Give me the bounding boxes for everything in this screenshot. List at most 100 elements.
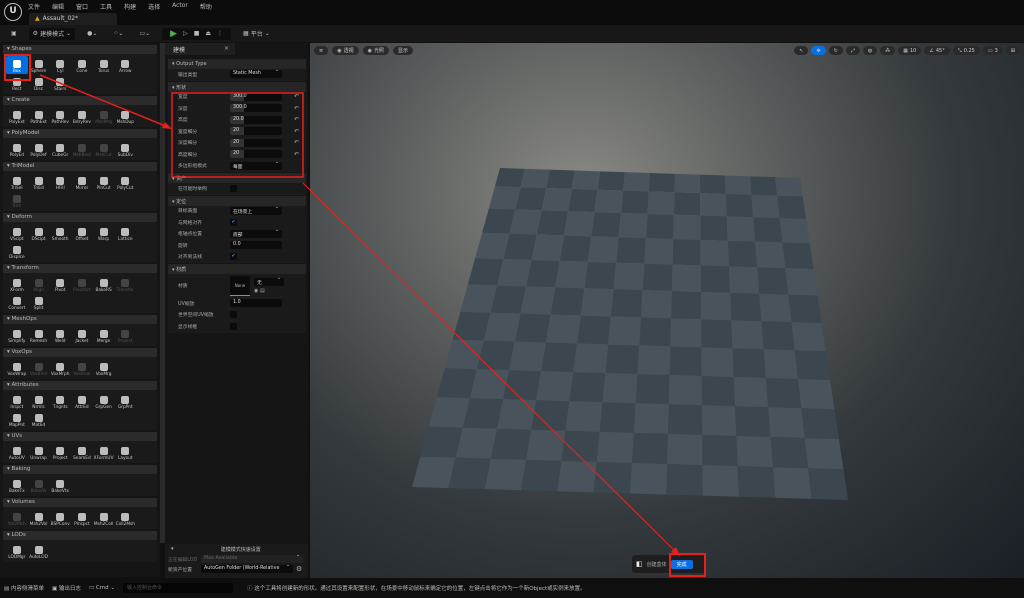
section-header-polymodel[interactable]: ▾ PolyModel bbox=[3, 129, 157, 138]
tool-autouv[interactable]: AutoUV bbox=[6, 443, 28, 461]
align-grid-checkbox[interactable]: ✔ bbox=[230, 218, 237, 226]
shape-value-input[interactable]: 20 bbox=[230, 150, 282, 159]
grid-snap-button[interactable]: ▦ 10 bbox=[898, 46, 922, 55]
tool-jacket[interactable]: Jacket bbox=[71, 326, 93, 344]
play-icon[interactable]: ▶ bbox=[170, 29, 177, 39]
shape-value-input[interactable]: 300.0 bbox=[230, 104, 282, 113]
tab-modeling[interactable]: 建模 × bbox=[165, 43, 235, 55]
section-header-lods[interactable]: ▾ LODs bbox=[3, 531, 157, 540]
tool-stairs[interactable]: Stairs bbox=[49, 74, 71, 92]
menu-item[interactable]: 工具 bbox=[100, 2, 112, 11]
maximize-icon[interactable]: ⊞ bbox=[1005, 46, 1020, 55]
world-uv-checkbox[interactable] bbox=[230, 311, 237, 319]
translate-icon[interactable]: ✥ bbox=[811, 46, 826, 55]
tool-tngnts[interactable]: Tngnts bbox=[49, 392, 71, 410]
tool-polycut[interactable]: PolyCut bbox=[114, 173, 136, 191]
tool-bspconv[interactable]: BSPConv bbox=[49, 509, 71, 527]
tool-coll2msh[interactable]: Coll2Msh bbox=[114, 509, 136, 527]
perspective-button[interactable]: ◉ 透视 bbox=[332, 46, 359, 55]
cinematics-button[interactable]: ▭⌄ bbox=[135, 28, 154, 40]
section-header-create[interactable]: ▾ Create bbox=[3, 96, 157, 105]
shape-value-input[interactable]: 300.0 bbox=[230, 92, 282, 101]
tool-displce[interactable]: Displce bbox=[6, 242, 28, 260]
document-tab[interactable]: ▲ Assault_02* bbox=[29, 13, 117, 25]
wireframe-checkbox[interactable] bbox=[230, 322, 237, 330]
tool-rect[interactable]: Rect bbox=[6, 74, 28, 92]
tool-mshdup[interactable]: MshDup bbox=[114, 107, 136, 125]
menu-item[interactable]: 编辑 bbox=[52, 2, 64, 11]
section-header-trimodel[interactable]: ▾ TriModel bbox=[3, 162, 157, 171]
section-header-uvs[interactable]: ▾ UVs bbox=[3, 432, 157, 441]
tool-dscipt[interactable]: DScipt bbox=[28, 224, 50, 242]
quick-settings-title[interactable]: ▾ 建模模式快速设置 bbox=[165, 544, 308, 553]
material-browse-icons[interactable]: ◉ ▤ bbox=[254, 288, 284, 294]
select-icon[interactable]: ↖ bbox=[794, 46, 809, 55]
tool-msh2coll[interactable]: Msh2Coll bbox=[93, 509, 115, 527]
mode-dropdown[interactable]: ⚙ 建模模式 ⌄ bbox=[28, 27, 76, 40]
tool-xformuv[interactable]: XFormUV bbox=[93, 443, 115, 461]
tool-pathrev[interactable]: PathRev bbox=[49, 107, 71, 125]
tool-seamed[interactable]: SeamEd bbox=[71, 443, 93, 461]
shape-value-input[interactable]: 20 bbox=[230, 138, 282, 147]
tool-weld[interactable]: Weld bbox=[49, 326, 71, 344]
scale-icon[interactable]: ⤢ bbox=[845, 46, 860, 55]
tool-unwrap[interactable]: Unwrap bbox=[28, 443, 50, 461]
tool-pathext[interactable]: PathExt bbox=[28, 107, 50, 125]
menu-item[interactable]: 帮助 bbox=[200, 2, 212, 11]
section-asset[interactable]: ▾ 资产 bbox=[168, 173, 306, 183]
tool-cone[interactable]: Cone bbox=[71, 56, 93, 74]
tool-inspct[interactable]: Inspct bbox=[6, 392, 28, 410]
section-output-type[interactable]: ▾ Output Type bbox=[168, 59, 306, 69]
tool-vscipt[interactable]: VScipt bbox=[6, 224, 28, 242]
tool-voxmrph[interactable]: VoxMrph bbox=[49, 359, 71, 377]
surface-snap-icon[interactable]: ⁂ bbox=[880, 46, 896, 55]
step-icon[interactable]: ▷ bbox=[183, 30, 188, 37]
menu-item[interactable]: Actor bbox=[172, 2, 188, 11]
save-icon[interactable]: ▣ bbox=[7, 28, 21, 40]
tool-warp[interactable]: Warp bbox=[93, 224, 115, 242]
polygroup-dropdown[interactable]: 每面 bbox=[230, 160, 282, 170]
asset-location-dropdown[interactable]: AutoGen Folder (World-Relative bbox=[201, 565, 293, 573]
align-normal-checkbox[interactable]: ✔ bbox=[230, 253, 237, 261]
tool-lodmgr[interactable]: LODMgr bbox=[6, 542, 28, 560]
tool-polyed[interactable]: PolyEd bbox=[6, 140, 28, 158]
reset-icon[interactable]: ↶ bbox=[294, 93, 299, 100]
instance-checkbox[interactable] bbox=[230, 184, 237, 192]
reset-icon[interactable]: ↶ bbox=[294, 105, 299, 112]
tool-hfill[interactable]: HFill bbox=[49, 173, 71, 191]
tool-offset[interactable]: Offset bbox=[71, 224, 93, 242]
tool-cyl[interactable]: Cyl bbox=[49, 56, 71, 74]
output-log-button[interactable]: ▣ 输出日志 bbox=[52, 584, 81, 592]
tool-nrmls[interactable]: Nrmls bbox=[28, 392, 50, 410]
tool-pinspct[interactable]: PInspct bbox=[71, 509, 93, 527]
tool-voxwrap[interactable]: VoxWrap bbox=[6, 359, 28, 377]
platform-dropdown[interactable]: ▦ 平台 ⌄ bbox=[239, 28, 274, 40]
section-header-voxops[interactable]: ▾ VoxOps bbox=[3, 348, 157, 357]
console-input[interactable]: 输入控制台命令 bbox=[122, 583, 233, 593]
tool-mated[interactable]: MatEd bbox=[28, 410, 50, 428]
reset-icon[interactable]: ↶ bbox=[294, 128, 299, 135]
reset-icon[interactable]: ↶ bbox=[294, 139, 299, 146]
section-header-transform[interactable]: ▾ Transform bbox=[3, 264, 157, 273]
tool-box[interactable]: Box bbox=[6, 56, 28, 74]
output-type-dropdown[interactable]: Static Mesh bbox=[230, 68, 282, 79]
menu-item[interactable]: 窗口 bbox=[76, 2, 88, 11]
target-surface-dropdown[interactable]: 在场景上 bbox=[230, 205, 282, 215]
close-icon[interactable]: × bbox=[224, 45, 229, 52]
rotate-icon[interactable]: ↻ bbox=[828, 46, 843, 55]
tool-project[interactable]: Project bbox=[49, 443, 71, 461]
shape-value-input[interactable]: 20.0 bbox=[230, 115, 282, 124]
section-positioning[interactable]: ▾ 定位 bbox=[168, 195, 306, 206]
menu-item[interactable]: 构建 bbox=[124, 2, 136, 11]
tool-lattice[interactable]: Lattice bbox=[114, 224, 136, 242]
tool-arrow[interactable]: Arrow bbox=[114, 56, 136, 74]
stop-icon[interactable]: ■ bbox=[194, 30, 200, 37]
tool-remesh[interactable]: Remesh bbox=[28, 326, 50, 344]
tool-polydef[interactable]: PolyDef bbox=[28, 140, 50, 158]
tool-torus[interactable]: Torus bbox=[93, 56, 115, 74]
tool-grppnt[interactable]: GrpPnt bbox=[114, 392, 136, 410]
tool-voxmrg[interactable]: VoxMrg bbox=[93, 359, 115, 377]
shape-value-input[interactable]: 20 bbox=[230, 127, 282, 136]
scale-snap-button[interactable]: ⤡ 0.25 bbox=[952, 46, 980, 55]
tool-trisel[interactable]: TriSel bbox=[6, 173, 28, 191]
